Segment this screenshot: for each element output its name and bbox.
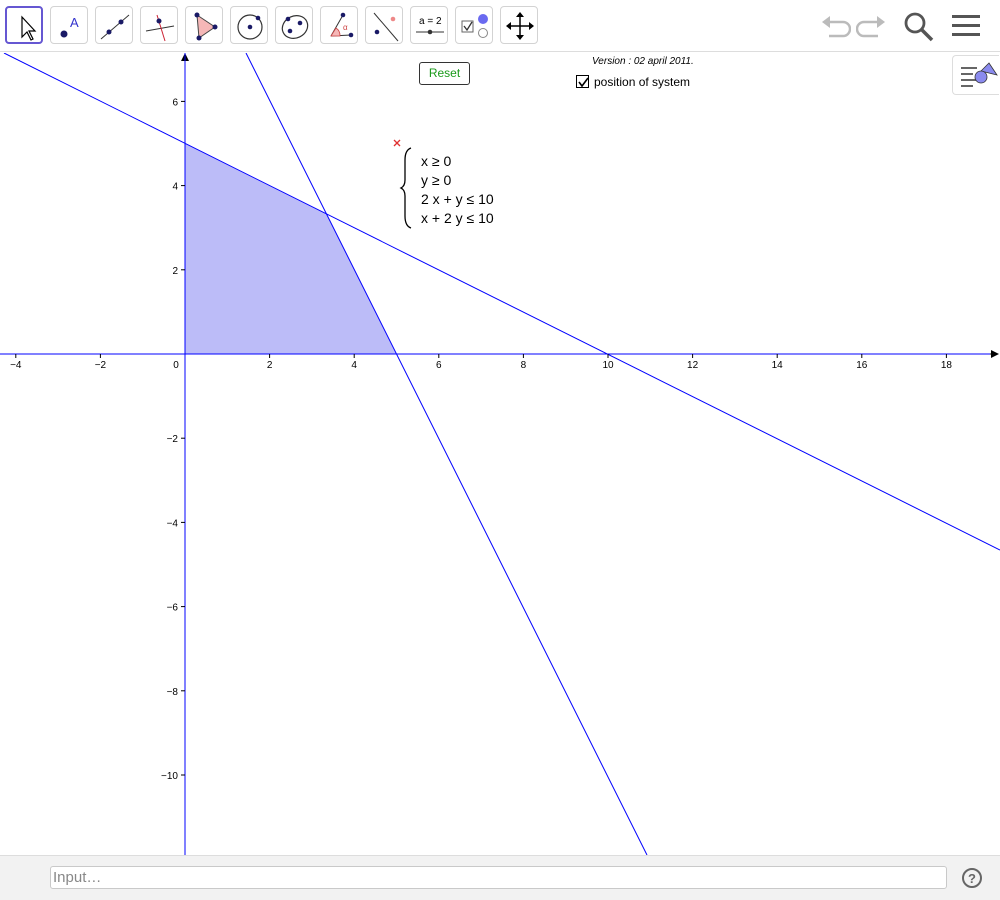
search-icon[interactable] — [902, 10, 934, 42]
checkbox-tool-button[interactable] — [455, 6, 493, 44]
x-tick-label: 4 — [351, 360, 357, 371]
x-tick-label: −4 — [10, 360, 22, 371]
checkbox-label: position of system — [594, 75, 691, 89]
help-button[interactable]: ? — [962, 868, 982, 888]
perpendicular-tool-button[interactable] — [140, 6, 178, 44]
y-tick-label: −8 — [167, 687, 179, 698]
undo-icon[interactable] — [819, 10, 851, 42]
polygon-tool-icon — [194, 12, 218, 41]
move-tool-icon — [21, 15, 37, 41]
inequality-4: x + 2 y ≤ 10 — [421, 210, 494, 226]
y-tick-label: 2 — [172, 266, 178, 277]
inequality-3: 2 x + y ≤ 10 — [421, 191, 494, 207]
x-tick-label: 16 — [856, 360, 868, 371]
y-tick-label: 6 — [172, 97, 178, 108]
line-tool-button[interactable] — [95, 6, 133, 44]
redo-icon[interactable] — [856, 10, 888, 42]
version-text: Version : 02 april 2011. — [592, 56, 694, 67]
input-bar: Input… ? — [0, 855, 1000, 900]
inequality-2: y ≥ 0 — [421, 172, 452, 188]
line-x-plus-2y-10 — [3, 53, 1000, 551]
y-tick-label: 4 — [172, 182, 178, 193]
x-tick-label: 8 — [521, 360, 527, 371]
conic-tool-icon — [281, 15, 309, 39]
style-bar-icon — [961, 62, 998, 87]
y-tick-label: −10 — [161, 771, 178, 782]
graphics-view[interactable]: −4 −2 0 2 4 6 8 10 12 14 16 18 2 4 6 −2 −4 −6 −8 −10 — [0, 53, 1000, 855]
slider-tool-icon: a = 2 — [416, 16, 444, 35]
reflect-tool-icon — [373, 12, 399, 42]
style-bar-toggle[interactable] — [952, 55, 999, 95]
x-tick-label: 0 — [173, 360, 179, 371]
x-tick-label: −2 — [95, 360, 107, 371]
toolbar: A α a = 2 — [0, 0, 1000, 52]
slider-tool-button[interactable]: a = 2 — [410, 6, 448, 44]
checkbox[interactable] — [576, 75, 589, 88]
circle-tool-icon — [237, 14, 263, 40]
x-tick-label: 14 — [772, 360, 784, 371]
input-field[interactable]: Input… — [50, 866, 947, 889]
polygon-tool-button[interactable] — [185, 6, 223, 44]
y-tick-label: −4 — [167, 518, 179, 529]
checkmark-icon — [578, 77, 589, 88]
x-axis-arrow — [991, 350, 999, 358]
line-tool-icon — [100, 14, 130, 40]
circle-tool-button[interactable] — [230, 6, 268, 44]
point-tool-icon: A — [60, 15, 79, 38]
svg-text:A: A — [70, 15, 79, 30]
x-tick-label: 18 — [941, 360, 953, 371]
conic-tool-button[interactable] — [275, 6, 313, 44]
angle-tool-button[interactable]: α — [320, 6, 358, 44]
x-tick-label: 2 — [267, 360, 273, 371]
angle-tool-icon: α — [330, 12, 354, 38]
x-tick-label: 10 — [602, 360, 614, 371]
system-brace — [399, 147, 412, 229]
point-tool-button[interactable]: A — [50, 6, 88, 44]
system-position-point[interactable] — [393, 139, 401, 147]
menu-icon[interactable] — [950, 10, 982, 42]
move-graphics-tool-icon — [506, 12, 534, 40]
reflect-tool-button[interactable] — [365, 6, 403, 44]
x-tick-label: 6 — [436, 360, 442, 371]
y-tick-label: −6 — [167, 603, 179, 614]
svg-text:a = 2: a = 2 — [419, 16, 442, 27]
checkbox-tool-icon — [461, 14, 488, 38]
feasible-region — [185, 143, 396, 354]
reset-button[interactable]: Reset — [419, 62, 470, 85]
svg-text:α: α — [343, 23, 348, 32]
perpendicular-tool-icon — [145, 14, 175, 42]
move-tool-button[interactable] — [5, 6, 43, 44]
move-graphics-tool-button[interactable] — [500, 6, 538, 44]
x-tick-label: 12 — [687, 360, 699, 371]
y-tick-label: −2 — [167, 434, 179, 445]
inequality-1: x ≥ 0 — [421, 153, 452, 169]
